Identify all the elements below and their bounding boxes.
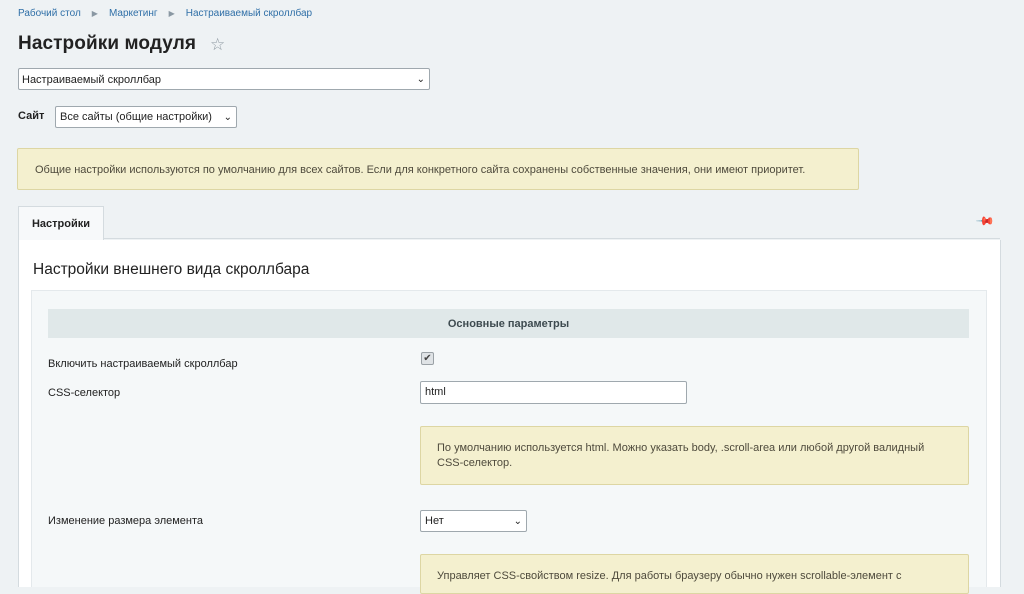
module-select[interactable]: Настраиваемый скроллбар ⌄ <box>18 68 430 90</box>
section-header: Основные параметры <box>48 309 969 338</box>
breadcrumb-separator-icon: ▶ <box>91 9 98 18</box>
page-title: Настройки модуля <box>18 33 197 54</box>
resize-hint: Управляет CSS-свойством resize. Для рабо… <box>420 554 969 594</box>
pin-icon[interactable]: 📌 <box>975 211 995 231</box>
settings-form: Основные параметры Включить настраиваемы… <box>31 290 987 594</box>
breadcrumb: Рабочий стол ▶ Маркетинг ▶ Настраиваемый… <box>18 8 312 19</box>
site-select[interactable]: Все сайты (общие настройки) ⌄ <box>55 106 237 128</box>
css-selector-input[interactable]: html <box>420 381 687 404</box>
enable-scrollbar-label: Включить настраиваемый скроллбар <box>48 358 238 370</box>
star-icon[interactable]: ☆ <box>210 35 225 55</box>
settings-panel: Настройки внешнего вида скроллбара Основ… <box>18 240 1001 594</box>
css-selector-hint: По умолчанию используется html. Можно ук… <box>420 426 969 485</box>
chevron-down-icon: ⌄ <box>223 112 232 123</box>
breadcrumb-marketing[interactable]: Маркетинг <box>109 8 158 19</box>
breadcrumb-custom-scrollbar[interactable]: Настраиваемый скроллбар <box>186 8 312 19</box>
site-select-value: Все сайты (общие настройки) <box>60 111 212 123</box>
css-selector-label: CSS-селектор <box>48 387 121 399</box>
resize-label: Изменение размера элемента <box>48 515 204 527</box>
panel-title: Настройки внешнего вида скроллбара <box>33 261 310 278</box>
chevron-down-icon: ⌄ <box>513 516 522 527</box>
tab-divider <box>104 238 1000 239</box>
resize-select-value: Нет <box>425 515 444 527</box>
breadcrumb-desktop[interactable]: Рабочий стол <box>18 8 81 19</box>
enable-scrollbar-checkbox[interactable]: ✔ <box>421 352 434 365</box>
site-label: Сайт <box>18 110 45 122</box>
chevron-down-icon: ⌄ <box>416 74 425 85</box>
breadcrumb-separator-icon: ▶ <box>168 9 175 18</box>
resize-select[interactable]: Нет ⌄ <box>420 510 527 532</box>
tab-settings[interactable]: Настройки <box>18 206 104 240</box>
info-note: Общие настройки используются по умолчани… <box>17 148 859 190</box>
module-select-value: Настраиваемый скроллбар <box>22 74 162 86</box>
